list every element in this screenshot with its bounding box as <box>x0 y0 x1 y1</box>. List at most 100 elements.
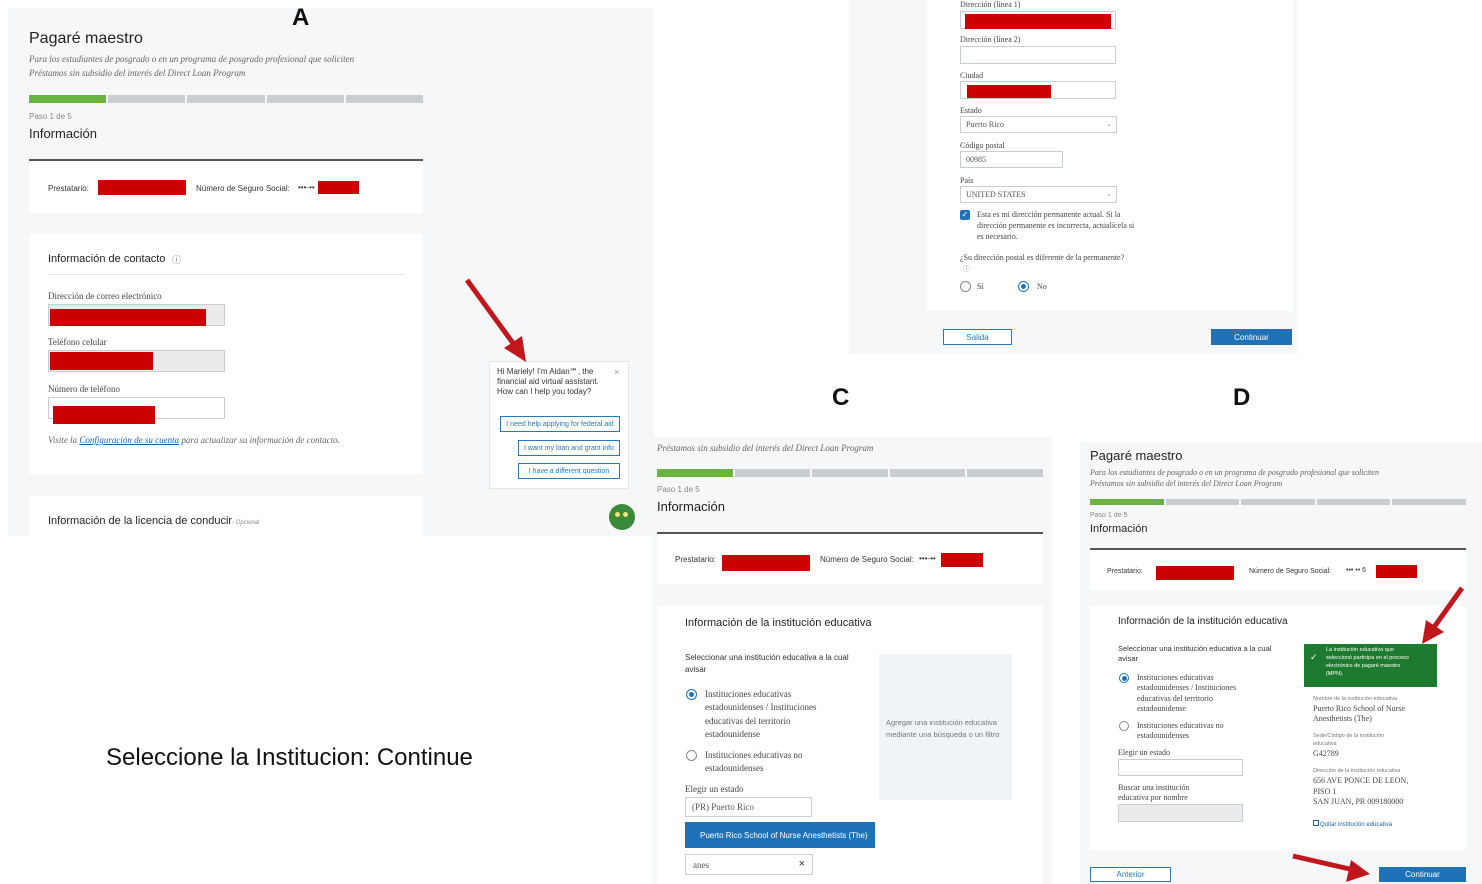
state-label: Estado <box>960 106 982 115</box>
borrower-name-redaction <box>722 555 810 571</box>
info-icon[interactable]: ⓘ <box>963 264 970 274</box>
borrower-label: Prestatario: <box>1107 568 1143 575</box>
country-select[interactable]: UNITED STATES ⌄ <box>960 186 1117 203</box>
mailing-address-question: ¿Su dirección postal es diferente de la … <box>960 253 1125 262</box>
select-institution-label-1: Seleccionar una institución educativa a … <box>1118 644 1272 653</box>
address-line2-label: Dirección (línea 2) <box>960 35 1021 44</box>
account-settings-link[interactable]: Configuración de su cuenta <box>79 435 179 445</box>
continue-button[interactable]: Continuar <box>1211 329 1292 345</box>
borrower-name-redaction <box>1156 566 1234 580</box>
institution-suggestion-item[interactable]: Puerto Rico School of Nurse Anesthetists… <box>685 822 875 848</box>
ssn-label: Número de Seguro Social: <box>1249 568 1332 575</box>
institution-name-value-1: Puerto Rico School of Nurse <box>1313 704 1405 713</box>
institution-address-label: Dirección de la institución educativa <box>1313 768 1401 774</box>
mailing-diff-no-radio[interactable] <box>1018 281 1029 292</box>
ssn-label: Número de Seguro Social: <box>196 184 290 193</box>
us-institutions-label-1: Instituciones educativas <box>1137 673 1214 682</box>
cell-phone-redaction <box>50 352 153 370</box>
permanent-address-text-1: Esta es mi dirección permanente actual. … <box>977 210 1121 219</box>
state-select[interactable]: Puerto Rico ⌄ <box>960 116 1117 133</box>
add-institution-placeholder <box>879 654 1012 800</box>
visit-suffix: para actualizar su información de contac… <box>181 435 340 445</box>
zip-label: Código postal <box>960 141 1005 150</box>
panel-b-address: Dirección (línea 1) Dirección (línea 2) … <box>849 0 1297 354</box>
us-institutions-label-2: estadounidenses / Instituciones <box>1137 683 1237 692</box>
institution-code-value: G42789 <box>1313 749 1339 758</box>
panel-a-contact-info: Pagaré maestro Para los estudiantes de p… <box>8 8 654 536</box>
ssn-mask: •••-•• <box>298 183 315 192</box>
state-value: Puerto Rico <box>966 120 1004 129</box>
panel-c-institution-search: Préstamos sin subsidio del interés del D… <box>652 437 1052 884</box>
state-select[interactable] <box>1118 759 1243 776</box>
page-title: Pagaré maestro <box>29 30 143 47</box>
phone-redaction <box>53 406 155 424</box>
phone-label: Número de teléfono <box>48 384 120 394</box>
address-line2-field[interactable] <box>960 46 1116 64</box>
trash-icon <box>1313 820 1319 826</box>
license-optional: - Opcional <box>232 520 260 526</box>
institution-title: Información de la institución educativa <box>685 617 872 629</box>
non-us-institutions-radio[interactable] <box>686 750 697 761</box>
borrower-label: Prestatario: <box>675 555 716 564</box>
previous-button[interactable]: Anterior <box>1090 867 1171 882</box>
label-d: D <box>1233 384 1251 411</box>
state-select[interactable]: (PR) Puerto Rico <box>685 797 812 817</box>
chat-help-apply-button[interactable]: I need help applying for federal aid <box>500 416 620 432</box>
choose-state-label: Elegir un estado <box>685 784 744 794</box>
progress-bar <box>29 95 424 103</box>
owl-avatar-icon[interactable] <box>609 504 635 530</box>
email-label: Dirección de correo electrónico <box>48 291 162 301</box>
country-label: País <box>960 176 974 185</box>
non-us-institutions-label-2: estadounidenses <box>1137 731 1189 740</box>
zip-field[interactable]: 00985 <box>960 151 1063 168</box>
info-icon[interactable]: ⓘ <box>172 253 181 266</box>
institution-address-line-2: PISO 1 <box>1313 787 1337 796</box>
permanent-address-checkbox[interactable]: ✓ <box>960 210 970 220</box>
instruction-caption: Seleccione la Institucion: Continue <box>106 744 473 771</box>
checkmark-icon: ✓ <box>1310 653 1318 663</box>
arrow-to-chat-icon <box>464 278 526 362</box>
account-settings-note: Visite la Configuración de su cuenta par… <box>48 435 340 445</box>
remove-institution-text: Quitar institución educativa <box>1320 822 1393 828</box>
non-us-institutions-label-1: Instituciones educativas no <box>1137 721 1224 730</box>
step-indicator: Paso 1 de 5 <box>1090 512 1128 519</box>
clear-search-icon[interactable]: × <box>799 858 805 870</box>
chat-loan-info-button[interactable]: I want my loan and grant info <box>518 440 620 456</box>
mailing-diff-yes-radio[interactable] <box>960 281 971 292</box>
chat-greeting: Hi Mariely! I'm Aidan℠, the financial ai… <box>497 367 599 396</box>
institution-search-input[interactable]: anes × <box>685 854 813 875</box>
cell-phone-label: Teléfono celular <box>48 337 107 347</box>
us-institutions-label-4: estadounidense <box>1137 704 1186 713</box>
permanent-address-text-3: es necesario. <box>977 232 1018 241</box>
us-institutions-radio[interactable] <box>686 689 697 700</box>
us-institutions-label-4: estadounidense <box>705 729 760 739</box>
chat-close-icon[interactable]: × <box>614 367 619 377</box>
section-title: Información <box>1090 523 1148 535</box>
remove-institution-link[interactable]: Quitar institución educativa <box>1313 820 1392 828</box>
us-institutions-radio[interactable] <box>1119 673 1129 683</box>
zip-value: 00985 <box>966 155 986 164</box>
chevron-down-icon: ⌄ <box>1106 120 1112 128</box>
exit-button[interactable]: Salida <box>943 329 1012 345</box>
us-institutions-label-3: educativas del territorio <box>705 716 791 726</box>
us-institutions-label-2: estadounidenses / Instituciones <box>705 702 817 712</box>
panel-d-institution-selected: Pagaré maestro Para los estudiantes de p… <box>1080 442 1482 884</box>
license-title-text: Información de la licencia de conducir <box>48 515 233 527</box>
step-indicator: Paso 1 de 5 <box>657 485 700 494</box>
ssn-redaction <box>318 181 359 194</box>
page-title: Pagaré maestro <box>1090 448 1183 463</box>
mailing-diff-no-label: No <box>1037 282 1047 291</box>
label-c: C <box>832 384 850 411</box>
page-subtitle-2: Préstamos sin subsidio del interés del D… <box>657 443 874 453</box>
progress-bar <box>657 469 1043 477</box>
chat-other-question-button[interactable]: I have a different question <box>518 463 620 479</box>
continue-button[interactable]: Continuar <box>1379 867 1466 882</box>
email-redaction <box>50 309 206 326</box>
select-institution-label-2: avisar <box>1118 654 1139 663</box>
us-institutions-label-3: educativas del territorio <box>1137 694 1213 703</box>
select-institution-label-2: avisar <box>685 665 707 674</box>
institution-name-search-input[interactable] <box>1118 804 1243 822</box>
borrower-label: Prestatario: <box>48 184 89 193</box>
institution-name-label: Nombre de la institución educativa <box>1313 696 1398 702</box>
non-us-institutions-radio[interactable] <box>1119 721 1129 731</box>
